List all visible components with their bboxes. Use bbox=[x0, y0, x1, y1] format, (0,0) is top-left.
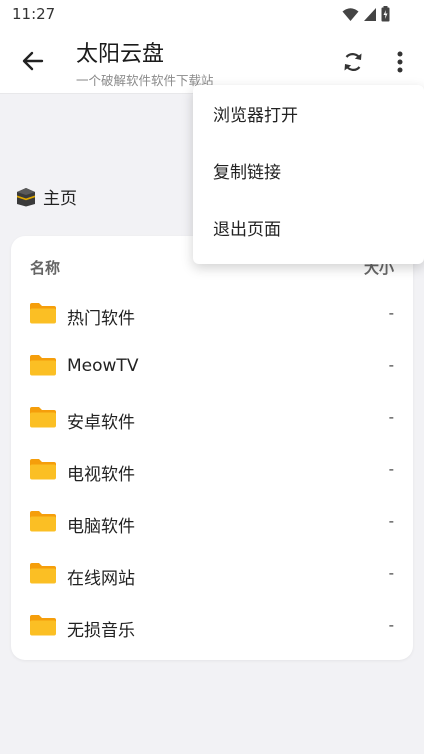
folder-icon bbox=[30, 563, 56, 584]
folder-size: - bbox=[388, 356, 394, 374]
folder-size: - bbox=[388, 304, 394, 322]
file-list-card: 名称 大小 热门软件 - MeowTV - 安卓软件 - 电视软件 - 电脑软件… bbox=[11, 236, 413, 660]
folder-size: - bbox=[388, 616, 394, 634]
menu-item-copy-link[interactable]: 复制链接 bbox=[193, 142, 424, 198]
breadcrumb-home[interactable]: 主页 bbox=[43, 184, 77, 209]
more-options-button[interactable] bbox=[388, 48, 412, 76]
refresh-icon bbox=[344, 53, 362, 71]
more-vert-icon bbox=[397, 51, 403, 73]
folder-size: - bbox=[388, 460, 394, 478]
list-item[interactable]: 电脑软件 - bbox=[11, 499, 413, 551]
folder-icon bbox=[30, 459, 56, 480]
wifi-icon bbox=[342, 7, 359, 21]
overflow-menu: 浏览器打开 复制链接 退出页面 bbox=[193, 85, 424, 264]
battery-icon bbox=[381, 6, 390, 22]
list-item[interactable]: 电视软件 - bbox=[11, 447, 413, 499]
folder-name: 安卓软件 bbox=[67, 413, 135, 433]
back-button[interactable] bbox=[18, 48, 48, 74]
list-item[interactable]: 热门软件 - bbox=[11, 291, 413, 343]
menu-item-exit-page[interactable]: 退出页面 bbox=[193, 199, 424, 255]
breadcrumb[interactable]: 主页 bbox=[15, 184, 77, 209]
list-item[interactable]: MeowTV - bbox=[11, 343, 413, 395]
folder-name: 在线网站 bbox=[67, 569, 135, 589]
status-bar: 11:27 bbox=[0, 0, 424, 28]
status-icons bbox=[342, 6, 390, 22]
folder-size: - bbox=[388, 512, 394, 530]
page-title: 太阳云盘 bbox=[76, 42, 165, 67]
status-time: 11:27 bbox=[12, 5, 56, 23]
list-item[interactable]: 在线网站 - bbox=[11, 551, 413, 603]
folder-name: 无损音乐 bbox=[67, 621, 135, 641]
signal-icon bbox=[364, 7, 376, 21]
folder-icon bbox=[30, 303, 56, 324]
back-arrow-icon bbox=[22, 51, 44, 71]
kaaba-icon bbox=[17, 187, 35, 206]
folder-name: MeowTV bbox=[67, 356, 139, 376]
folder-icon bbox=[30, 511, 56, 532]
menu-item-open-in-browser[interactable]: 浏览器打开 bbox=[193, 85, 424, 141]
list-item[interactable]: 安卓软件 - bbox=[11, 395, 413, 447]
folder-icon bbox=[30, 355, 56, 376]
folder-size: - bbox=[388, 564, 394, 582]
folder-name: 电视软件 bbox=[67, 465, 135, 485]
folder-icon bbox=[30, 407, 56, 428]
folder-name: 电脑软件 bbox=[67, 517, 135, 537]
folder-name: 热门软件 bbox=[67, 309, 135, 329]
folder-icon bbox=[30, 615, 56, 636]
list-item[interactable]: 无损音乐 - bbox=[11, 603, 413, 655]
column-header-name[interactable]: 名称 bbox=[30, 257, 60, 278]
folder-size: - bbox=[388, 408, 394, 426]
refresh-button[interactable] bbox=[339, 48, 367, 76]
